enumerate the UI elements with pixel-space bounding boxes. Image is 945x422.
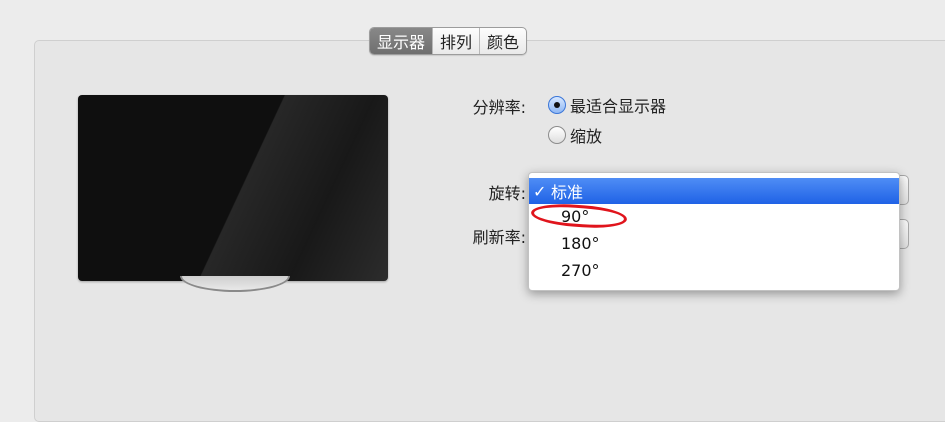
- refresh-rate-label: 刷新率:: [472, 228, 526, 247]
- resolution-label: 分辨率:: [472, 98, 526, 117]
- radio-scaled[interactable]: 缩放: [548, 123, 602, 147]
- menu-item-270[interactable]: 270°: [529, 257, 899, 283]
- monitor-image: [78, 95, 388, 281]
- rotation-label: 旋转:: [488, 184, 526, 203]
- tab-arrangement[interactable]: 排列: [432, 28, 479, 54]
- radio-button-selected[interactable]: [548, 96, 566, 114]
- tab-display[interactable]: 显示器: [370, 28, 432, 54]
- rotation-dropdown-menu: ✓ 标准 90° 180° 270°: [528, 172, 900, 291]
- tab-color[interactable]: 颜色: [479, 28, 526, 54]
- menu-item-standard[interactable]: ✓ 标准: [529, 178, 899, 204]
- radio-label-scaled: 缩放: [570, 127, 603, 146]
- menu-item-label: 270°: [561, 260, 600, 280]
- radio-best-for-display[interactable]: 最适合显示器: [548, 93, 666, 117]
- menu-item-180[interactable]: 180°: [529, 230, 899, 256]
- radio-button[interactable]: [548, 126, 566, 144]
- tab-bar: 显示器 排列 颜色: [369, 27, 527, 55]
- screen-reflection: [78, 95, 388, 281]
- menu-item-label: 标准: [551, 183, 584, 202]
- menu-item-label: 180°: [561, 233, 600, 253]
- radio-label-best: 最适合显示器: [570, 97, 667, 116]
- checkmark-icon: ✓: [533, 181, 547, 201]
